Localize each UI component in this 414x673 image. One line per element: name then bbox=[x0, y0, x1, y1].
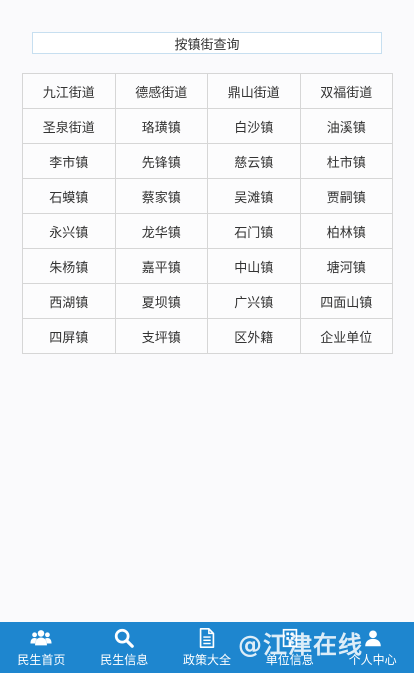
town-item[interactable]: 圣泉街道 bbox=[23, 109, 116, 144]
search-icon bbox=[115, 628, 134, 648]
query-by-town-title: 按镇街查询 bbox=[32, 32, 382, 54]
nav-unit-info[interactable]: 单位信息 bbox=[248, 622, 331, 673]
nav-label: 政策大全 bbox=[182, 653, 231, 667]
town-item[interactable]: 双福街道 bbox=[300, 74, 393, 109]
town-item[interactable]: 企业单位 bbox=[300, 319, 393, 354]
town-item[interactable]: 石蟆镇 bbox=[23, 179, 116, 214]
town-item[interactable]: 朱杨镇 bbox=[23, 249, 116, 284]
town-item[interactable]: 蔡家镇 bbox=[115, 179, 208, 214]
town-item[interactable]: 中山镇 bbox=[208, 249, 301, 284]
nav-personal-center[interactable]: 个人中心 bbox=[331, 622, 414, 673]
town-item[interactable]: 四屏镇 bbox=[23, 319, 116, 354]
bottom-nav-bar: 民生首页 民生信息 政策大全 单位信息 个人中心 bbox=[0, 622, 414, 673]
town-item[interactable]: 慈云镇 bbox=[208, 144, 301, 179]
town-item[interactable]: 西湖镇 bbox=[23, 284, 116, 319]
town-item[interactable]: 区外籍 bbox=[208, 319, 301, 354]
nav-home[interactable]: 民生首页 bbox=[0, 622, 83, 673]
town-item[interactable]: 支坪镇 bbox=[115, 319, 208, 354]
town-item[interactable]: 广兴镇 bbox=[208, 284, 301, 319]
town-item[interactable]: 龙华镇 bbox=[115, 214, 208, 249]
town-item[interactable]: 贾嗣镇 bbox=[300, 179, 393, 214]
town-item[interactable]: 吴滩镇 bbox=[208, 179, 301, 214]
town-item[interactable]: 柏林镇 bbox=[300, 214, 393, 249]
building-icon bbox=[282, 628, 298, 648]
town-grid: 九江街道 德感街道 鼎山街道 双福街道 圣泉街道 珞璜镇 白沙镇 油溪镇 李市镇… bbox=[22, 73, 393, 354]
town-item[interactable]: 油溪镇 bbox=[300, 109, 393, 144]
town-item[interactable]: 鼎山街道 bbox=[208, 74, 301, 109]
town-item[interactable]: 杜市镇 bbox=[300, 144, 393, 179]
town-item[interactable]: 先锋镇 bbox=[115, 144, 208, 179]
town-item[interactable]: 白沙镇 bbox=[208, 109, 301, 144]
town-item[interactable]: 嘉平镇 bbox=[115, 249, 208, 284]
document-icon bbox=[199, 628, 215, 648]
town-item[interactable]: 石门镇 bbox=[208, 214, 301, 249]
nav-label: 个人中心 bbox=[348, 653, 397, 667]
people-icon bbox=[30, 630, 52, 646]
town-item[interactable]: 永兴镇 bbox=[23, 214, 116, 249]
town-item[interactable]: 九江街道 bbox=[23, 74, 116, 109]
town-item[interactable]: 四面山镇 bbox=[300, 284, 393, 319]
town-item[interactable]: 德感街道 bbox=[115, 74, 208, 109]
user-icon bbox=[364, 630, 381, 647]
town-item[interactable]: 夏坝镇 bbox=[115, 284, 208, 319]
nav-policies[interactable]: 政策大全 bbox=[166, 622, 249, 673]
town-item[interactable]: 珞璜镇 bbox=[115, 109, 208, 144]
nav-label: 民生信息 bbox=[100, 653, 149, 667]
nav-livelihood-info[interactable]: 民生信息 bbox=[83, 622, 166, 673]
nav-label: 民生首页 bbox=[17, 653, 66, 667]
town-item[interactable]: 李市镇 bbox=[23, 144, 116, 179]
nav-label: 单位信息 bbox=[265, 653, 314, 667]
town-item[interactable]: 塘河镇 bbox=[300, 249, 393, 284]
